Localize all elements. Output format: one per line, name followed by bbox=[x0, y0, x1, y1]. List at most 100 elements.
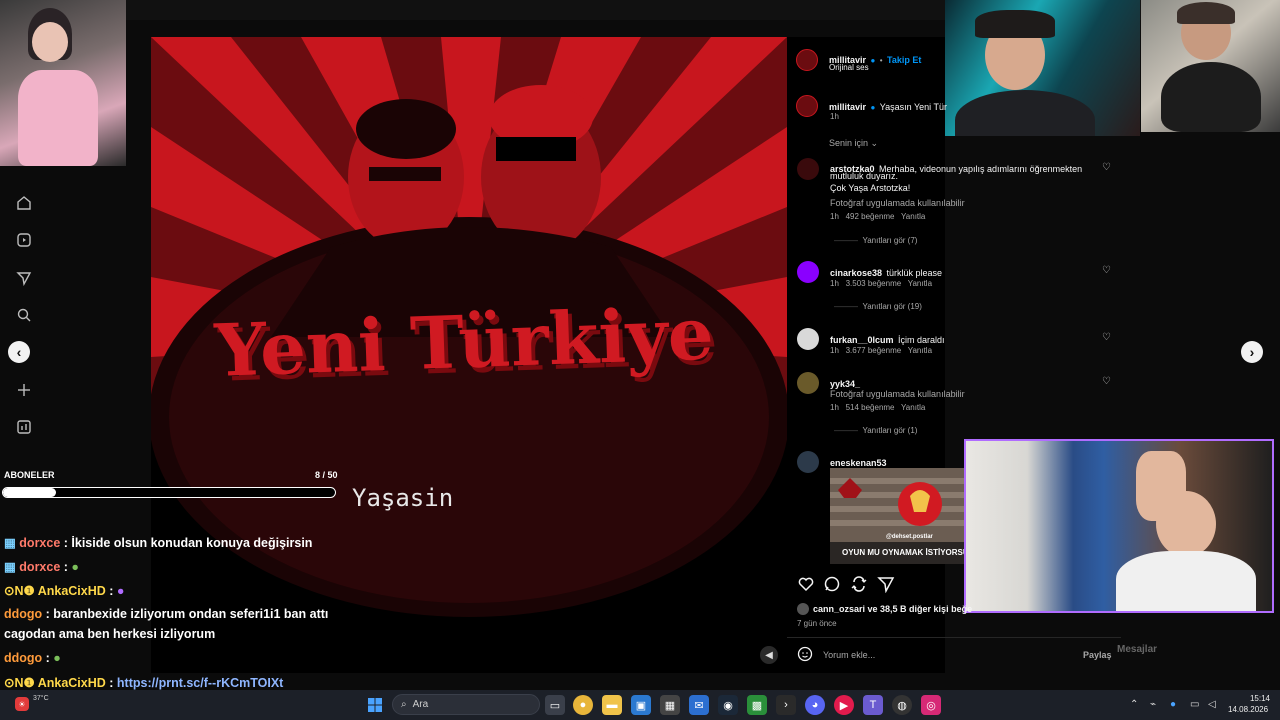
emoji-icon[interactable] bbox=[797, 646, 813, 667]
terminal-icon[interactable]: › bbox=[776, 695, 796, 715]
reply-button[interactable]: Yanıtla bbox=[908, 346, 932, 355]
chat-username[interactable]: AnkaCixHD bbox=[38, 676, 106, 690]
comment-text: İçim daraldı bbox=[897, 335, 945, 345]
folder-icon[interactable]: ▬ bbox=[602, 695, 622, 715]
comment-user[interactable]: furkan__0lcum bbox=[830, 335, 894, 345]
posted-time: 7 gün önce bbox=[797, 619, 837, 628]
avatar[interactable] bbox=[797, 328, 819, 350]
add-icon[interactable] bbox=[14, 380, 34, 400]
repost-icon[interactable] bbox=[850, 575, 868, 598]
comment-image[interactable]: @dehset.postlar OYUN MU OYNAMAK İSTİYORS… bbox=[830, 468, 964, 564]
verified-icon: ● bbox=[870, 56, 876, 65]
chevron-right-icon[interactable]: › bbox=[1241, 341, 1263, 363]
view-replies[interactable]: ——— Yanıtları gör (1) bbox=[834, 426, 917, 435]
heart-icon[interactable]: ♡ bbox=[1102, 376, 1111, 387]
clock-date[interactable]: 14.08.2026 bbox=[1228, 705, 1268, 714]
reels-icon[interactable] bbox=[14, 230, 34, 250]
reply-button[interactable]: Yanıtla bbox=[901, 212, 925, 221]
messages-button[interactable]: Mesajlar bbox=[1117, 644, 1157, 655]
heart-icon[interactable]: ♡ bbox=[1102, 332, 1111, 343]
subs-progress-fill bbox=[3, 488, 57, 497]
chrome-icon[interactable]: ● bbox=[573, 695, 593, 715]
comment-likes[interactable]: 3.503 beğenme bbox=[846, 279, 902, 288]
chevron-left-icon[interactable]: ‹ bbox=[8, 341, 30, 363]
game-icon[interactable]: ▩ bbox=[747, 695, 767, 715]
heart-icon[interactable]: ♡ bbox=[1102, 265, 1111, 276]
avatar[interactable] bbox=[796, 95, 818, 117]
share-icon[interactable] bbox=[877, 575, 895, 598]
verified-icon: ● bbox=[870, 103, 876, 112]
chat-badge-icon: ⊙N❶ bbox=[4, 584, 38, 598]
chat-username[interactable]: ddogo bbox=[4, 607, 42, 621]
steam-icon[interactable]: ◉ bbox=[718, 695, 738, 715]
taskbar-search[interactable]: ⌕ Ara bbox=[392, 694, 540, 715]
comment-icon[interactable] bbox=[823, 575, 841, 598]
comment-input[interactable]: Yorum ekle... bbox=[823, 650, 875, 660]
comment-text: türklük please bbox=[886, 268, 943, 278]
chat-separator: : bbox=[105, 676, 117, 690]
avatar[interactable] bbox=[796, 49, 818, 71]
task-view-icon[interactable]: ▭ bbox=[545, 695, 565, 715]
heart-icon[interactable]: ♡ bbox=[1102, 162, 1111, 173]
avatar[interactable] bbox=[797, 451, 819, 473]
volume-icon[interactable]: ◁ bbox=[1208, 699, 1216, 710]
clock-time[interactable]: 15:14 bbox=[1240, 694, 1270, 703]
audio-label[interactable]: Orijinal ses bbox=[829, 63, 869, 72]
app-icon[interactable]: ▣ bbox=[631, 695, 651, 715]
network-icon[interactable]: ⌁ bbox=[1150, 699, 1156, 710]
display-icon[interactable]: ▭ bbox=[1190, 699, 1199, 710]
send-icon[interactable] bbox=[14, 268, 34, 288]
discord-icon[interactable]: ◕ bbox=[805, 695, 825, 715]
caption-text: Yaşasın Yeni Tür bbox=[879, 102, 947, 112]
liked-by[interactable]: cann_ozsari ve 38,5 B diğer kişi beğe bbox=[813, 604, 972, 614]
media-icon[interactable]: ▶ bbox=[834, 695, 854, 715]
sort-dropdown[interactable]: Senin için ⌄ bbox=[829, 138, 878, 149]
teams-icon[interactable]: T bbox=[863, 695, 883, 715]
webcam-topleft bbox=[0, 0, 126, 166]
view-replies[interactable]: ——— Yanıtları gör (7) bbox=[834, 236, 917, 245]
search-icon[interactable] bbox=[14, 305, 34, 325]
chat-username[interactable]: dorxce bbox=[19, 560, 60, 574]
reply-button[interactable]: Yanıtla bbox=[901, 403, 925, 412]
subs-label: ABONELER bbox=[4, 470, 55, 480]
comment-time: 1h bbox=[830, 346, 839, 355]
mail-icon[interactable]: ✉ bbox=[689, 695, 709, 715]
chat-username[interactable]: ddogo bbox=[4, 651, 42, 665]
heart-icon[interactable] bbox=[797, 575, 815, 598]
view-replies[interactable]: ——— Yanıtları gör (19) bbox=[834, 302, 922, 311]
avatar[interactable] bbox=[797, 158, 819, 180]
comment-user[interactable]: eneskenan53 bbox=[830, 458, 887, 468]
chat-text[interactable]: https://prnt.sc/f--rKCmTOIXt bbox=[117, 676, 283, 690]
comment-user[interactable]: cinarkose38 bbox=[830, 268, 882, 278]
caption-author[interactable]: millitavir bbox=[829, 102, 866, 112]
comment-user[interactable]: yyk34_ bbox=[830, 379, 860, 389]
weather-icon[interactable]: ☀ bbox=[15, 697, 29, 711]
home-icon[interactable] bbox=[14, 193, 34, 213]
instagram-icon[interactable]: ◎ bbox=[921, 695, 941, 715]
tray-chevron-icon[interactable]: ⌃ bbox=[1130, 699, 1138, 710]
avatar[interactable] bbox=[797, 372, 819, 394]
chat-text: baranbexide izliyorum ondan seferi1i1 ba… bbox=[53, 607, 329, 621]
reply-button[interactable]: Yanıtla bbox=[908, 279, 932, 288]
share-button[interactable]: Paylaş bbox=[1083, 650, 1112, 660]
stats-icon[interactable] bbox=[14, 417, 34, 437]
avatar[interactable] bbox=[797, 261, 819, 283]
chat-separator: : bbox=[105, 584, 117, 598]
chat-badge-icon: ⊙N❶ bbox=[4, 676, 38, 690]
mic-icon[interactable]: ● bbox=[1170, 699, 1176, 710]
comment-likes[interactable]: 3.677 beğenme bbox=[846, 346, 902, 355]
follow-button[interactable]: Takip Et bbox=[887, 55, 921, 65]
chat-username[interactable]: AnkaCixHD bbox=[38, 584, 106, 598]
mute-icon[interactable]: ◀ bbox=[760, 646, 778, 664]
obs-icon[interactable]: ◍ bbox=[892, 695, 912, 715]
avatar[interactable] bbox=[797, 603, 809, 615]
webcam-topright-2 bbox=[1141, 0, 1280, 132]
comment-likes[interactable]: 514 beğenme bbox=[846, 403, 895, 412]
chat-username[interactable]: dorxce bbox=[19, 536, 60, 550]
comment-likes[interactable]: 492 beğenme bbox=[846, 212, 895, 221]
post-image[interactable]: Yeni Türkiye Yeni Türkiye bbox=[151, 37, 787, 673]
chat-message: ddogo : baranbexide izliyorum ondan sefe… bbox=[4, 607, 328, 621]
store-icon[interactable]: ▦ bbox=[660, 695, 680, 715]
windows-start-icon[interactable] bbox=[365, 695, 385, 715]
overlay-caption: Yaşasin bbox=[352, 484, 454, 512]
